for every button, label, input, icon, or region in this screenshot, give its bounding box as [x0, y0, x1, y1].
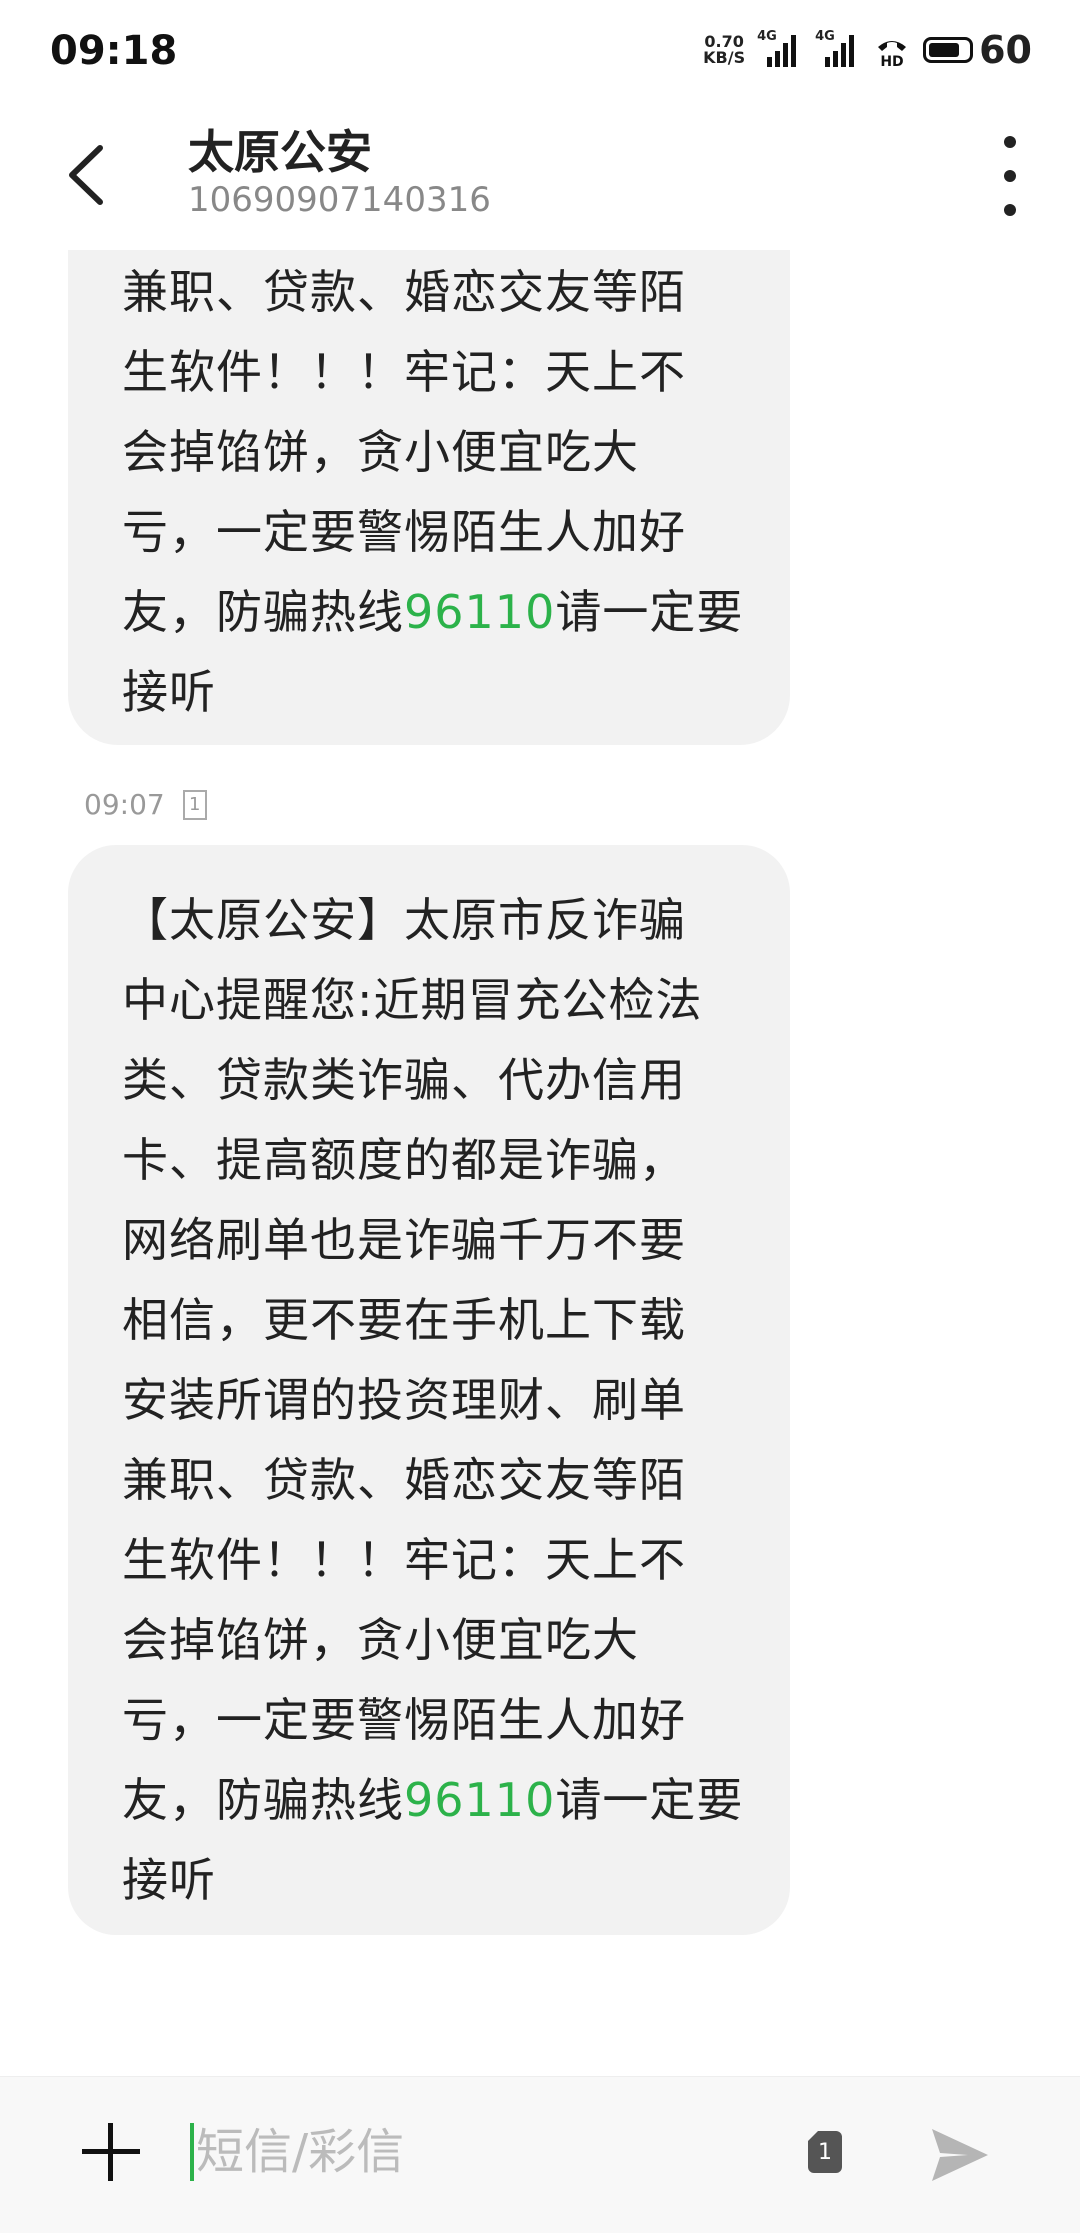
message-line: 【太原公安】太原市反诈骗 [122, 893, 686, 947]
status-time: 09:18 [50, 28, 178, 74]
conversation-header: 太原公安 10690907140316 [0, 100, 1080, 250]
hotline-number-link[interactable]: 96110 [404, 1773, 555, 1827]
send-button[interactable] [928, 2125, 992, 2185]
sim-icon: 1 [182, 789, 207, 820]
hd-call-icon: HD [875, 33, 909, 70]
hotline-suffix: 请一定要 [555, 1773, 744, 1827]
status-bar: 09:18 0.70 KB/S 4G 4G HD 60 [0, 0, 1080, 100]
hotline-number-link[interactable]: 96110 [404, 585, 555, 639]
compose-bar: 短信/彩信 1 [0, 2076, 1080, 2233]
message-line: 友，防骗热线96110请一定要 [122, 1760, 742, 1840]
message-line: 卡、提高额度的都是诈骗， [122, 1133, 686, 1187]
battery-indicator: 60 [923, 28, 1032, 72]
back-button[interactable] [60, 140, 120, 210]
message-input[interactable]: 短信/彩信 [190, 2117, 770, 2187]
hotline-prefix: 友，防骗热线 [122, 1773, 404, 1827]
hotline-prefix: 友，防骗热线 [122, 585, 404, 639]
message-line: 会掉馅饼，贪小便宜吃大 [122, 425, 639, 479]
message-line: 接听 [122, 1853, 216, 1907]
sim-select-label: 1 [818, 2139, 832, 2165]
hd-label: HD [880, 54, 903, 67]
message-line: 接听 [122, 665, 216, 719]
message-line: 会掉馅饼，贪小便宜吃大 [122, 1613, 639, 1667]
more-vert-icon [1004, 136, 1016, 148]
status-icons: 0.70 KB/S 4G 4G HD 60 [703, 26, 1032, 74]
send-icon [932, 2129, 988, 2181]
back-arrow-icon [69, 145, 103, 205]
message-bubble[interactable]: 【太原公安】太原市反诈骗 中心提醒您:近期冒充公检法 类、贷款类诈骗、代办信用 … [68, 845, 790, 1935]
sim-select-button[interactable]: 1 [808, 2131, 842, 2173]
message-line: 相信，更不要在手机上下载 [122, 1293, 686, 1347]
message-line: 亏，一定要警惕陌生人加好 [122, 1693, 686, 1747]
message-line: 兼职、贷款、婚恋交友等陌 [122, 1453, 686, 1507]
message-line: 兼职、贷款、婚恋交友等陌 [122, 265, 686, 319]
message-line: 安装所谓的投资理财、刷单 [122, 1373, 686, 1427]
net-speed: 0.70 KB/S [703, 34, 745, 66]
hotline-suffix: 请一定要 [555, 585, 744, 639]
message-timestamp: 09:07 1 [84, 788, 207, 821]
message-time: 09:07 [84, 788, 165, 821]
message-bubble[interactable]: 兼职、贷款、婚恋交友等陌 生软件！！！牢记：天上不 会掉馅饼，贪小便宜吃大 亏，… [68, 250, 790, 745]
net-speed-unit: KB/S [703, 48, 746, 67]
message-line: 友，防骗热线96110请一定要 [122, 572, 742, 652]
message-line: 类、贷款类诈骗、代办信用 [122, 1053, 686, 1107]
message-line: 亏，一定要警惕陌生人加好 [122, 505, 686, 559]
more-options-button[interactable] [990, 136, 1030, 216]
message-line: 网络刷单也是诈骗千万不要 [122, 1213, 686, 1267]
signal-icon: 4G [757, 29, 803, 67]
message-input-placeholder: 短信/彩信 [196, 2124, 405, 2180]
signal-network-label: 4G [757, 29, 777, 44]
message-line: 中心提醒您:近期冒充公检法 [122, 973, 703, 1027]
message-line: 生软件！！！牢记：天上不 [122, 1533, 686, 1587]
text-caret [190, 2123, 194, 2181]
battery-level: 60 [979, 28, 1032, 72]
signal-network-label: 4G [815, 29, 835, 44]
attach-button[interactable] [82, 2123, 140, 2181]
signal-icon: 4G [815, 29, 861, 67]
message-line: 生软件！！！牢记：天上不 [122, 345, 686, 399]
contact-number: 10690907140316 [188, 180, 491, 220]
contact-name: 太原公安 [188, 125, 372, 179]
battery-icon [923, 37, 974, 63]
